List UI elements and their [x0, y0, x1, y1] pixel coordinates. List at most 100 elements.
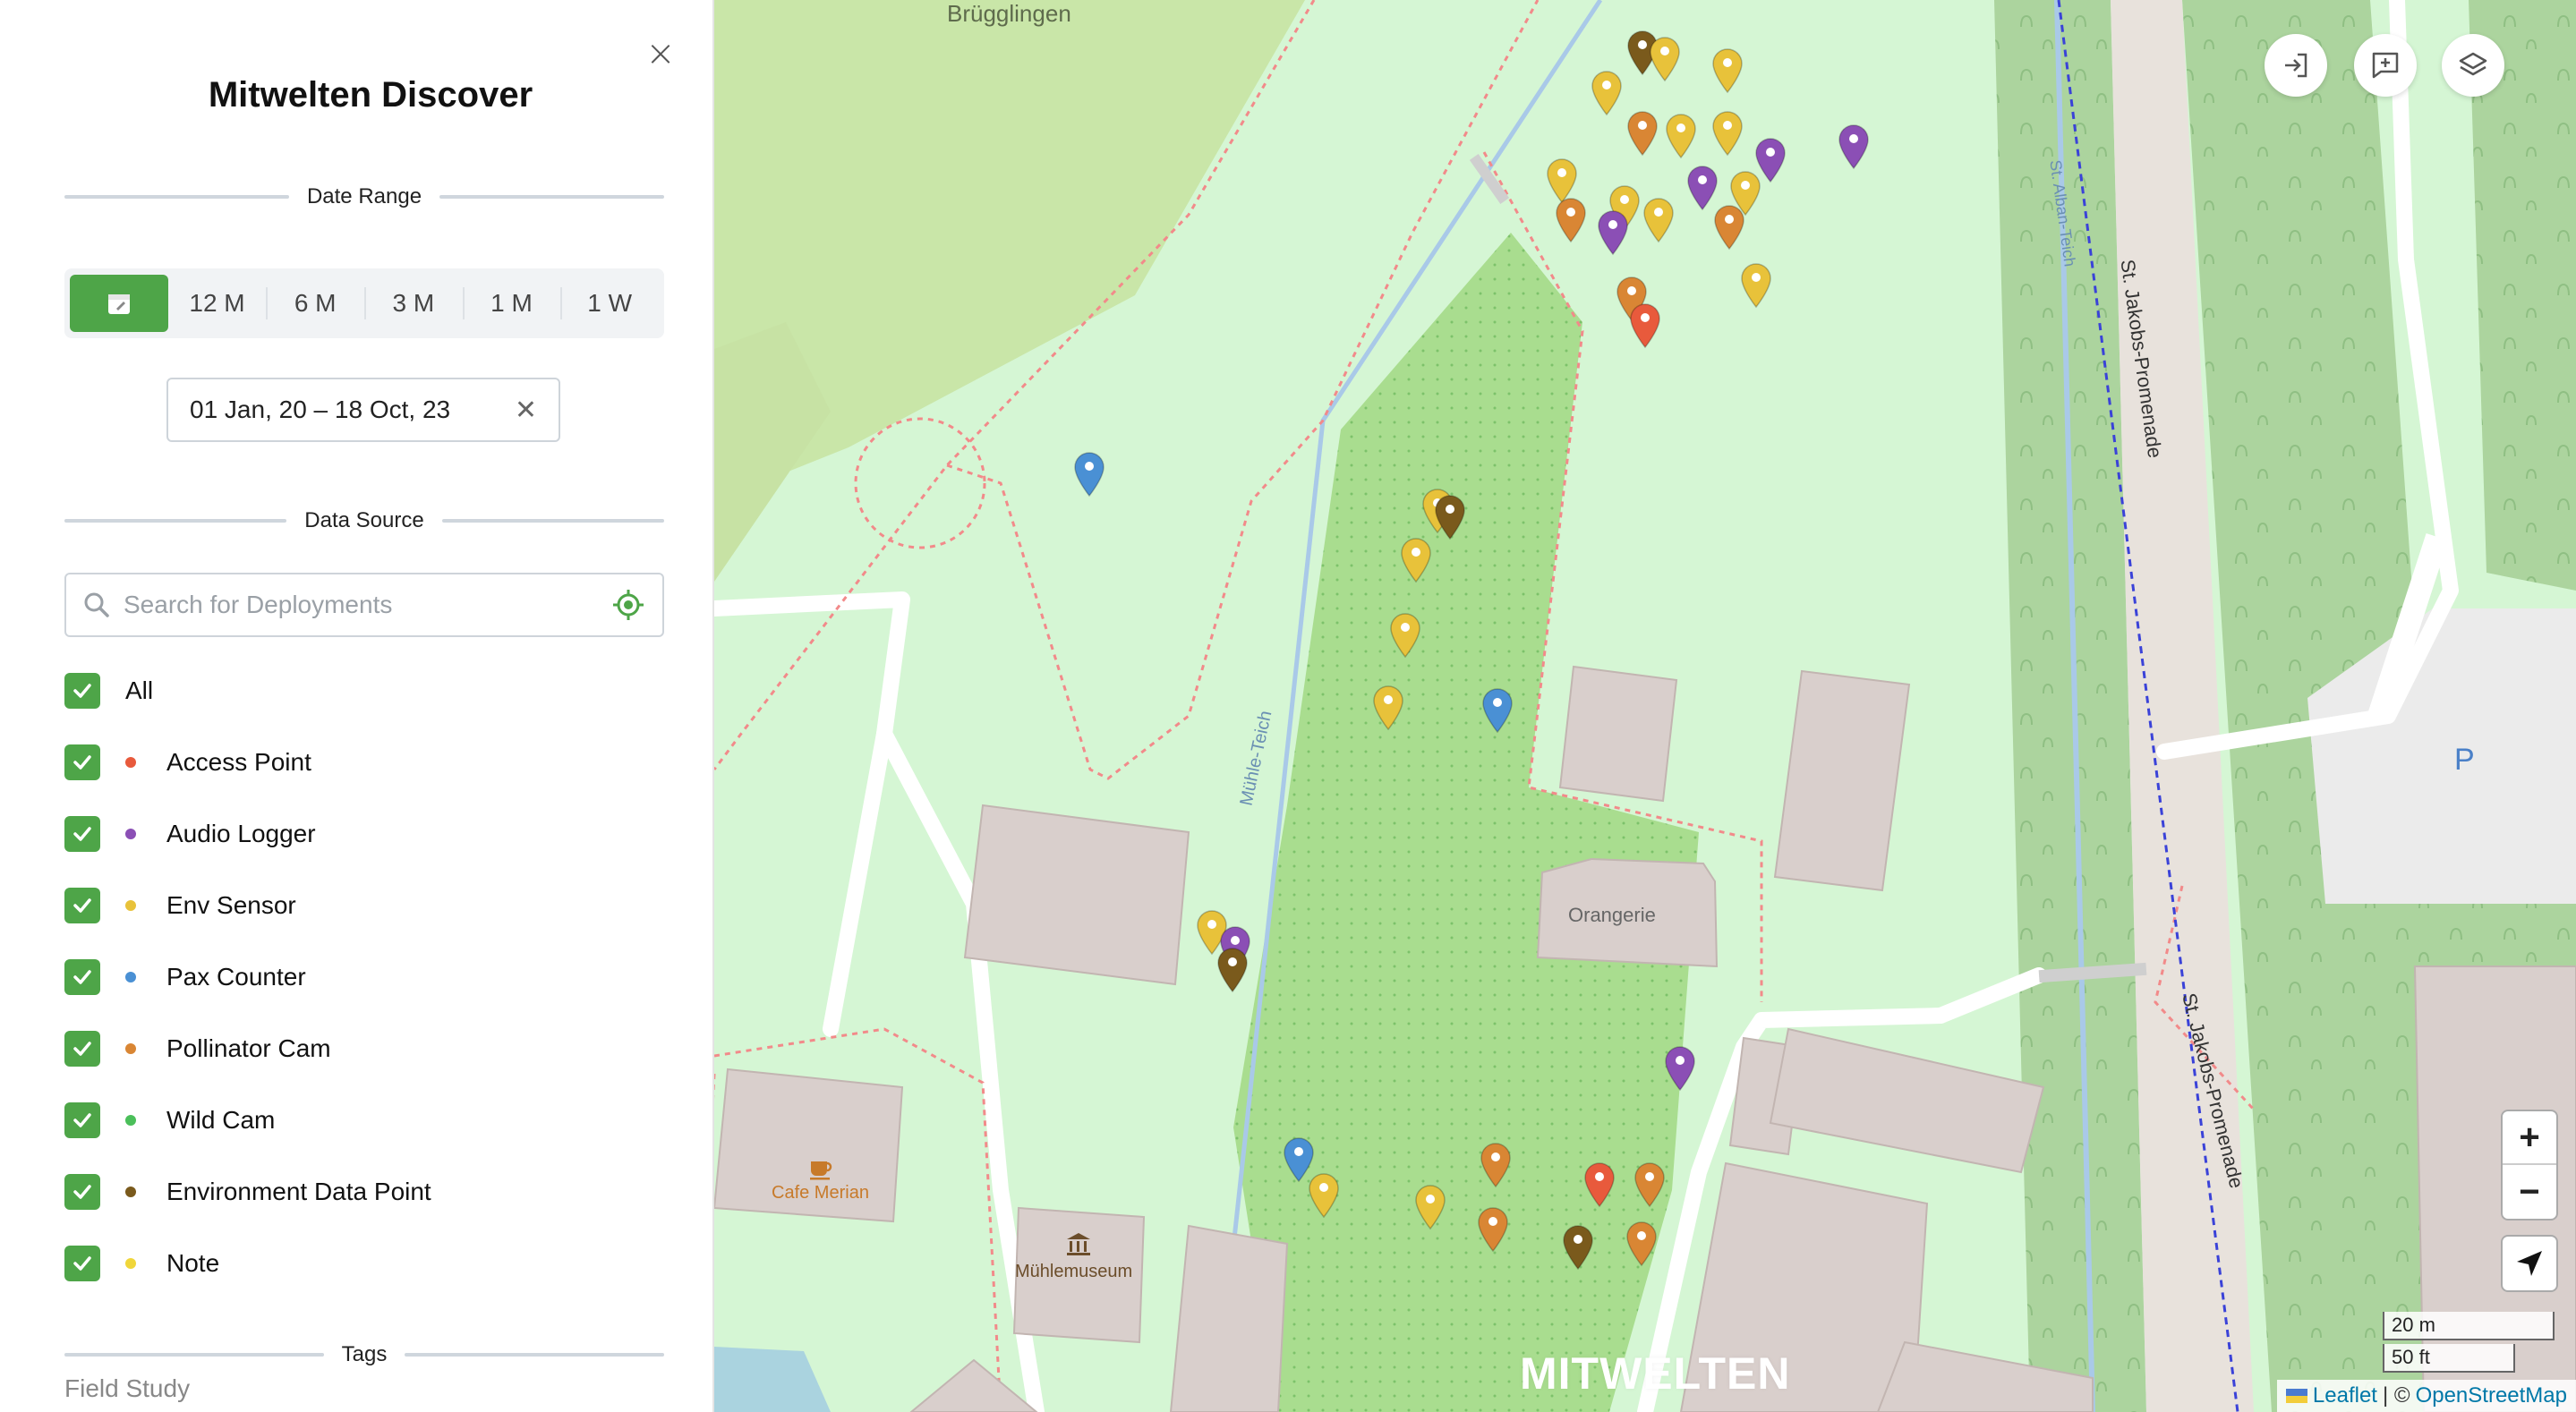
deployment-marker-env-sensor[interactable] — [1740, 262, 1772, 309]
zoom-out-button[interactable]: − — [2503, 1165, 2556, 1219]
map-pin-icon — [1563, 1225, 1593, 1271]
add-note-button[interactable] — [2354, 34, 2417, 97]
leaflet-link[interactable]: Leaflet — [2313, 1383, 2377, 1408]
source-item-note[interactable]: Note — [64, 1228, 664, 1299]
deployment-marker-env-data-point[interactable] — [1562, 1224, 1594, 1271]
source-label: Environment Data Point — [166, 1178, 431, 1205]
source-checkbox[interactable] — [64, 744, 100, 780]
source-label: Env Sensor — [166, 891, 296, 919]
map-pin-icon — [1626, 1221, 1657, 1267]
deployment-marker-env-data-point[interactable] — [1216, 947, 1249, 993]
deployment-marker-env-sensor[interactable] — [1414, 1184, 1446, 1230]
source-color-dot — [125, 1115, 136, 1126]
osm-link[interactable]: OpenStreetMap — [2416, 1383, 2567, 1408]
tags-field[interactable]: Field Study — [64, 1374, 190, 1403]
deployment-marker-env-sensor[interactable] — [1711, 47, 1744, 94]
source-color-dot — [125, 829, 136, 839]
layers-button[interactable] — [2442, 34, 2504, 97]
check-icon — [73, 1256, 91, 1271]
navigation-arrow-icon — [2517, 1251, 2542, 1276]
range-3m-button[interactable]: 3 M — [364, 275, 463, 332]
deployment-marker-env-sensor[interactable] — [1642, 197, 1675, 243]
close-sidebar-button[interactable]: × — [643, 36, 678, 72]
deployment-marker-audio-logger[interactable] — [1597, 209, 1629, 256]
deployment-marker-pollinator-cam[interactable] — [1633, 1161, 1666, 1208]
deployment-marker-pollinator-cam[interactable] — [1713, 204, 1745, 251]
clear-date-icon[interactable]: ✕ — [515, 395, 537, 426]
source-checkbox[interactable] — [64, 1031, 100, 1067]
source-checkbox[interactable] — [64, 888, 100, 923]
source-item-environment-data-point[interactable]: Environment Data Point — [64, 1156, 664, 1228]
map-pin-icon — [1634, 1162, 1665, 1208]
data-source-heading: Data Source — [64, 503, 664, 539]
source-item-audio-logger[interactable]: Audio Logger — [64, 798, 664, 870]
deployment-marker-pollinator-cam[interactable] — [1555, 197, 1587, 243]
source-label: Access Point — [166, 748, 311, 776]
range-1m-button[interactable]: 1 M — [462, 275, 561, 332]
source-item-pax-counter[interactable]: Pax Counter — [64, 941, 664, 1013]
source-checkbox[interactable] — [64, 1174, 100, 1210]
source-item-wild-cam[interactable]: Wild Cam — [64, 1085, 664, 1156]
map-pin-icon — [1650, 37, 1680, 82]
deployment-marker-env-sensor[interactable] — [1649, 36, 1681, 82]
deployment-marker-pollinator-cam[interactable] — [1625, 1221, 1658, 1267]
deployment-marker-env-sensor[interactable] — [1308, 1172, 1340, 1219]
source-checkbox[interactable] — [64, 1102, 100, 1138]
scale-imperial: 50 ft — [2383, 1344, 2515, 1373]
deployment-marker-audio-logger[interactable] — [1838, 123, 1870, 170]
mitwelten-watermark: MITWELTEN — [1520, 1348, 1791, 1399]
source-item-all[interactable]: All — [64, 655, 664, 727]
source-color-dot — [125, 1258, 136, 1269]
deployment-marker-env-sensor[interactable] — [1665, 113, 1697, 159]
range-12m-button[interactable]: 12 M — [168, 275, 267, 332]
calendar-icon — [107, 294, 130, 314]
check-icon — [73, 970, 91, 984]
deployment-marker-env-sensor[interactable] — [1372, 685, 1404, 731]
range-button-group: 12 M 6 M 3 M 1 M 1 W — [64, 268, 664, 338]
range-1w-button[interactable]: 1 W — [560, 275, 659, 332]
source-checkbox[interactable] — [64, 1246, 100, 1281]
login-button[interactable] — [2265, 34, 2327, 97]
deployment-marker-env-sensor[interactable] — [1711, 110, 1744, 157]
deployment-marker-env-sensor[interactable] — [1400, 537, 1432, 583]
deployment-marker-audio-logger[interactable] — [1664, 1045, 1696, 1092]
search-input[interactable] — [124, 591, 610, 619]
deployment-marker-env-sensor[interactable] — [1389, 612, 1421, 659]
date-range-field[interactable]: 01 Jan, 20 – 18 Oct, 23 ✕ — [166, 378, 560, 442]
source-item-env-sensor[interactable]: Env Sensor — [64, 870, 664, 941]
deployment-marker-access-point[interactable] — [1629, 302, 1661, 349]
map-pin-icon — [1712, 48, 1743, 94]
add-note-icon — [2372, 52, 2399, 79]
zoom-control: + − — [2501, 1110, 2558, 1221]
locate-me-button[interactable] — [2501, 1235, 2558, 1292]
locate-deployments-icon[interactable] — [610, 587, 646, 623]
deployment-marker-pollinator-cam[interactable] — [1477, 1206, 1509, 1253]
museum-icon — [1067, 1233, 1090, 1255]
source-label: Pax Counter — [166, 963, 306, 991]
source-checkbox[interactable] — [64, 959, 100, 995]
data-source-list: All Access Point Audio Logger Env Sensor Pax… — [64, 655, 664, 1299]
check-icon — [73, 827, 91, 841]
deployment-marker-pollinator-cam[interactable] — [1626, 110, 1659, 157]
deployment-marker-pax-counter[interactable] — [1481, 687, 1514, 734]
zoom-in-button[interactable]: + — [2503, 1111, 2556, 1165]
source-color-dot — [125, 1187, 136, 1197]
source-item-access-point[interactable]: Access Point — [64, 727, 664, 798]
deployment-marker-pax-counter[interactable] — [1073, 451, 1105, 498]
check-icon — [73, 684, 91, 698]
source-label: Audio Logger — [166, 820, 316, 847]
source-label: Pollinator Cam — [166, 1034, 331, 1062]
range-6m-button[interactable]: 6 M — [266, 275, 364, 332]
deployment-marker-pollinator-cam[interactable] — [1480, 1142, 1512, 1188]
source-checkbox[interactable] — [64, 816, 100, 852]
range-custom-button[interactable] — [70, 275, 168, 332]
map-view[interactable]: Brügglingen Mühle-Teich St. Alban-Teich … — [714, 0, 2576, 1412]
map-pin-icon — [1598, 210, 1628, 256]
deployment-marker-env-sensor[interactable] — [1591, 70, 1623, 116]
source-label: Wild Cam — [166, 1106, 276, 1134]
source-checkbox[interactable] — [64, 673, 100, 709]
check-icon — [73, 1113, 91, 1127]
deployment-marker-access-point[interactable] — [1583, 1161, 1616, 1208]
source-item-pollinator-cam[interactable]: Pollinator Cam — [64, 1013, 664, 1085]
deployment-marker-env-data-point[interactable] — [1434, 494, 1466, 540]
